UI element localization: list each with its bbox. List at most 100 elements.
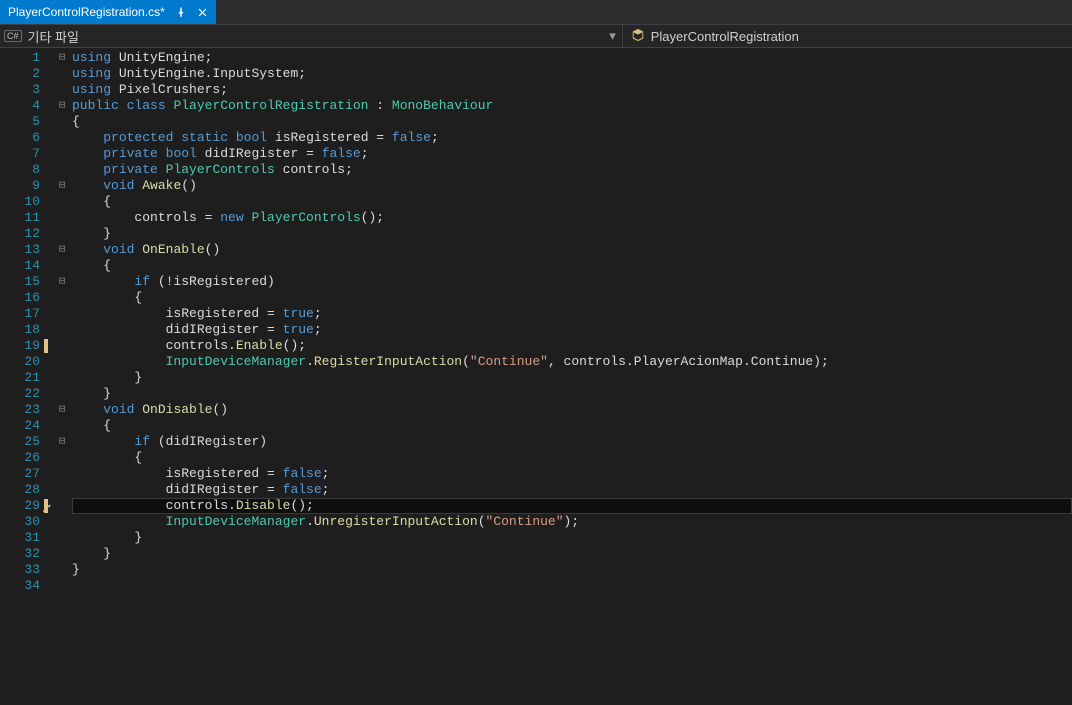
fold-toggle bbox=[52, 354, 72, 370]
line-number: 27 bbox=[0, 466, 40, 482]
line-number: 34 bbox=[0, 578, 40, 594]
fold-toggle bbox=[52, 66, 72, 82]
tab-filename: PlayerControlRegistration.cs* bbox=[8, 5, 165, 19]
fold-toggle bbox=[52, 130, 72, 146]
line-number: 24 bbox=[0, 418, 40, 434]
code-line[interactable]: private bool didIRegister = false; bbox=[72, 146, 1072, 162]
line-number: 25 bbox=[0, 434, 40, 450]
fold-toggle bbox=[52, 322, 72, 338]
code-line[interactable]: public class PlayerControlRegistration :… bbox=[72, 98, 1072, 114]
line-number: 28 bbox=[0, 482, 40, 498]
file-tab[interactable]: PlayerControlRegistration.cs* bbox=[0, 0, 216, 24]
fold-toggle[interactable]: ⊟ bbox=[52, 274, 72, 290]
code-line[interactable]: } bbox=[72, 530, 1072, 546]
csharp-badge-icon: C# bbox=[4, 30, 22, 42]
fold-toggle bbox=[52, 82, 72, 98]
code-line[interactable]: InputDeviceManager.RegisterInputAction("… bbox=[72, 354, 1072, 370]
fold-toggle bbox=[52, 562, 72, 578]
line-number: 10 bbox=[0, 194, 40, 210]
line-number: 14 bbox=[0, 258, 40, 274]
fold-toggle bbox=[52, 338, 72, 354]
code-line[interactable]: using UnityEngine; bbox=[72, 50, 1072, 66]
fold-toggle bbox=[52, 450, 72, 466]
code-line[interactable]: void OnDisable() bbox=[72, 402, 1072, 418]
line-number: 31 bbox=[0, 530, 40, 546]
fold-toggle bbox=[52, 530, 72, 546]
code-line[interactable]: { bbox=[72, 114, 1072, 130]
class-icon bbox=[631, 28, 645, 45]
code-line[interactable]: didIRegister = false; bbox=[72, 482, 1072, 498]
line-number: 23 bbox=[0, 402, 40, 418]
code-line[interactable]: controls.Enable(); bbox=[72, 338, 1072, 354]
fold-toggle bbox=[52, 370, 72, 386]
code-line[interactable]: } bbox=[72, 226, 1072, 242]
line-number: 8 bbox=[0, 162, 40, 178]
code-line[interactable]: { bbox=[72, 290, 1072, 306]
line-number: 19 bbox=[0, 338, 40, 354]
code-line[interactable]: isRegistered = true; bbox=[72, 306, 1072, 322]
fold-toggle bbox=[52, 146, 72, 162]
line-number: 1 bbox=[0, 50, 40, 66]
fold-toggle bbox=[52, 482, 72, 498]
code-line[interactable]: { bbox=[72, 194, 1072, 210]
nav-bar: C# 기타 파일 ▾ PlayerControlRegistration bbox=[0, 24, 1072, 48]
fold-toggle[interactable]: ⊟ bbox=[52, 242, 72, 258]
fold-toggle[interactable]: ⊟ bbox=[52, 178, 72, 194]
line-number: 18 bbox=[0, 322, 40, 338]
line-number: 3 bbox=[0, 82, 40, 98]
fold-toggle[interactable]: ⊟ bbox=[52, 50, 72, 66]
fold-margin[interactable]: ⊟ ⊟ ⊟ ⊟ ⊟ ⊟ ⊟ bbox=[52, 48, 72, 705]
line-number: 26 bbox=[0, 450, 40, 466]
fold-toggle bbox=[52, 210, 72, 226]
class-dropdown[interactable]: PlayerControlRegistration bbox=[623, 28, 799, 45]
class-name-label: PlayerControlRegistration bbox=[651, 29, 799, 44]
code-line[interactable]: InputDeviceManager.UnregisterInputAction… bbox=[72, 514, 1072, 530]
line-number: 4 bbox=[0, 98, 40, 114]
code-line[interactable]: { bbox=[72, 418, 1072, 434]
code-line[interactable]: private PlayerControls controls; bbox=[72, 162, 1072, 178]
line-number: 11 bbox=[0, 210, 40, 226]
line-number: 22 bbox=[0, 386, 40, 402]
project-dropdown[interactable]: C# 기타 파일 ▾ bbox=[0, 27, 622, 46]
code-line[interactable]: if (!isRegistered) bbox=[72, 274, 1072, 290]
fold-toggle bbox=[52, 194, 72, 210]
code-line[interactable]: using UnityEngine.InputSystem; bbox=[72, 66, 1072, 82]
line-number: 13 bbox=[0, 242, 40, 258]
line-number: 9 bbox=[0, 178, 40, 194]
code-line[interactable]: } bbox=[72, 370, 1072, 386]
code-line[interactable]: { bbox=[72, 450, 1072, 466]
fold-toggle bbox=[52, 226, 72, 242]
code-line[interactable]: void Awake() bbox=[72, 178, 1072, 194]
code-line[interactable] bbox=[72, 578, 1072, 594]
code-area[interactable]: using UnityEngine;using UnityEngine.Inpu… bbox=[72, 48, 1072, 705]
pin-icon[interactable] bbox=[175, 6, 187, 18]
code-line[interactable]: controls.Disable(); bbox=[72, 498, 1072, 514]
line-number: 5 bbox=[0, 114, 40, 130]
code-line[interactable]: isRegistered = false; bbox=[72, 466, 1072, 482]
code-line[interactable]: } bbox=[72, 386, 1072, 402]
fold-toggle bbox=[52, 498, 72, 514]
code-line[interactable]: if (didIRegister) bbox=[72, 434, 1072, 450]
code-editor[interactable]: 1234567891011121314151617181920212223242… bbox=[0, 48, 1072, 705]
code-line[interactable]: } bbox=[72, 546, 1072, 562]
line-number: 20 bbox=[0, 354, 40, 370]
code-line[interactable]: protected static bool isRegistered = fal… bbox=[72, 130, 1072, 146]
line-number: 2 bbox=[0, 66, 40, 82]
fold-toggle bbox=[52, 514, 72, 530]
fold-toggle[interactable]: ⊟ bbox=[52, 98, 72, 114]
code-line[interactable]: } bbox=[72, 562, 1072, 578]
fold-toggle[interactable]: ⊟ bbox=[52, 434, 72, 450]
screwdriver-icon[interactable] bbox=[42, 501, 52, 511]
fold-toggle bbox=[52, 466, 72, 482]
line-number: 6 bbox=[0, 130, 40, 146]
code-line[interactable]: void OnEnable() bbox=[72, 242, 1072, 258]
fold-toggle bbox=[52, 386, 72, 402]
code-line[interactable]: didIRegister = true; bbox=[72, 322, 1072, 338]
code-line[interactable]: controls = new PlayerControls(); bbox=[72, 210, 1072, 226]
code-line[interactable]: { bbox=[72, 258, 1072, 274]
fold-toggle[interactable]: ⊟ bbox=[52, 402, 72, 418]
close-icon[interactable] bbox=[197, 7, 208, 18]
fold-toggle bbox=[52, 114, 72, 130]
code-line[interactable]: using PixelCrushers; bbox=[72, 82, 1072, 98]
chevron-down-icon: ▾ bbox=[609, 28, 622, 44]
